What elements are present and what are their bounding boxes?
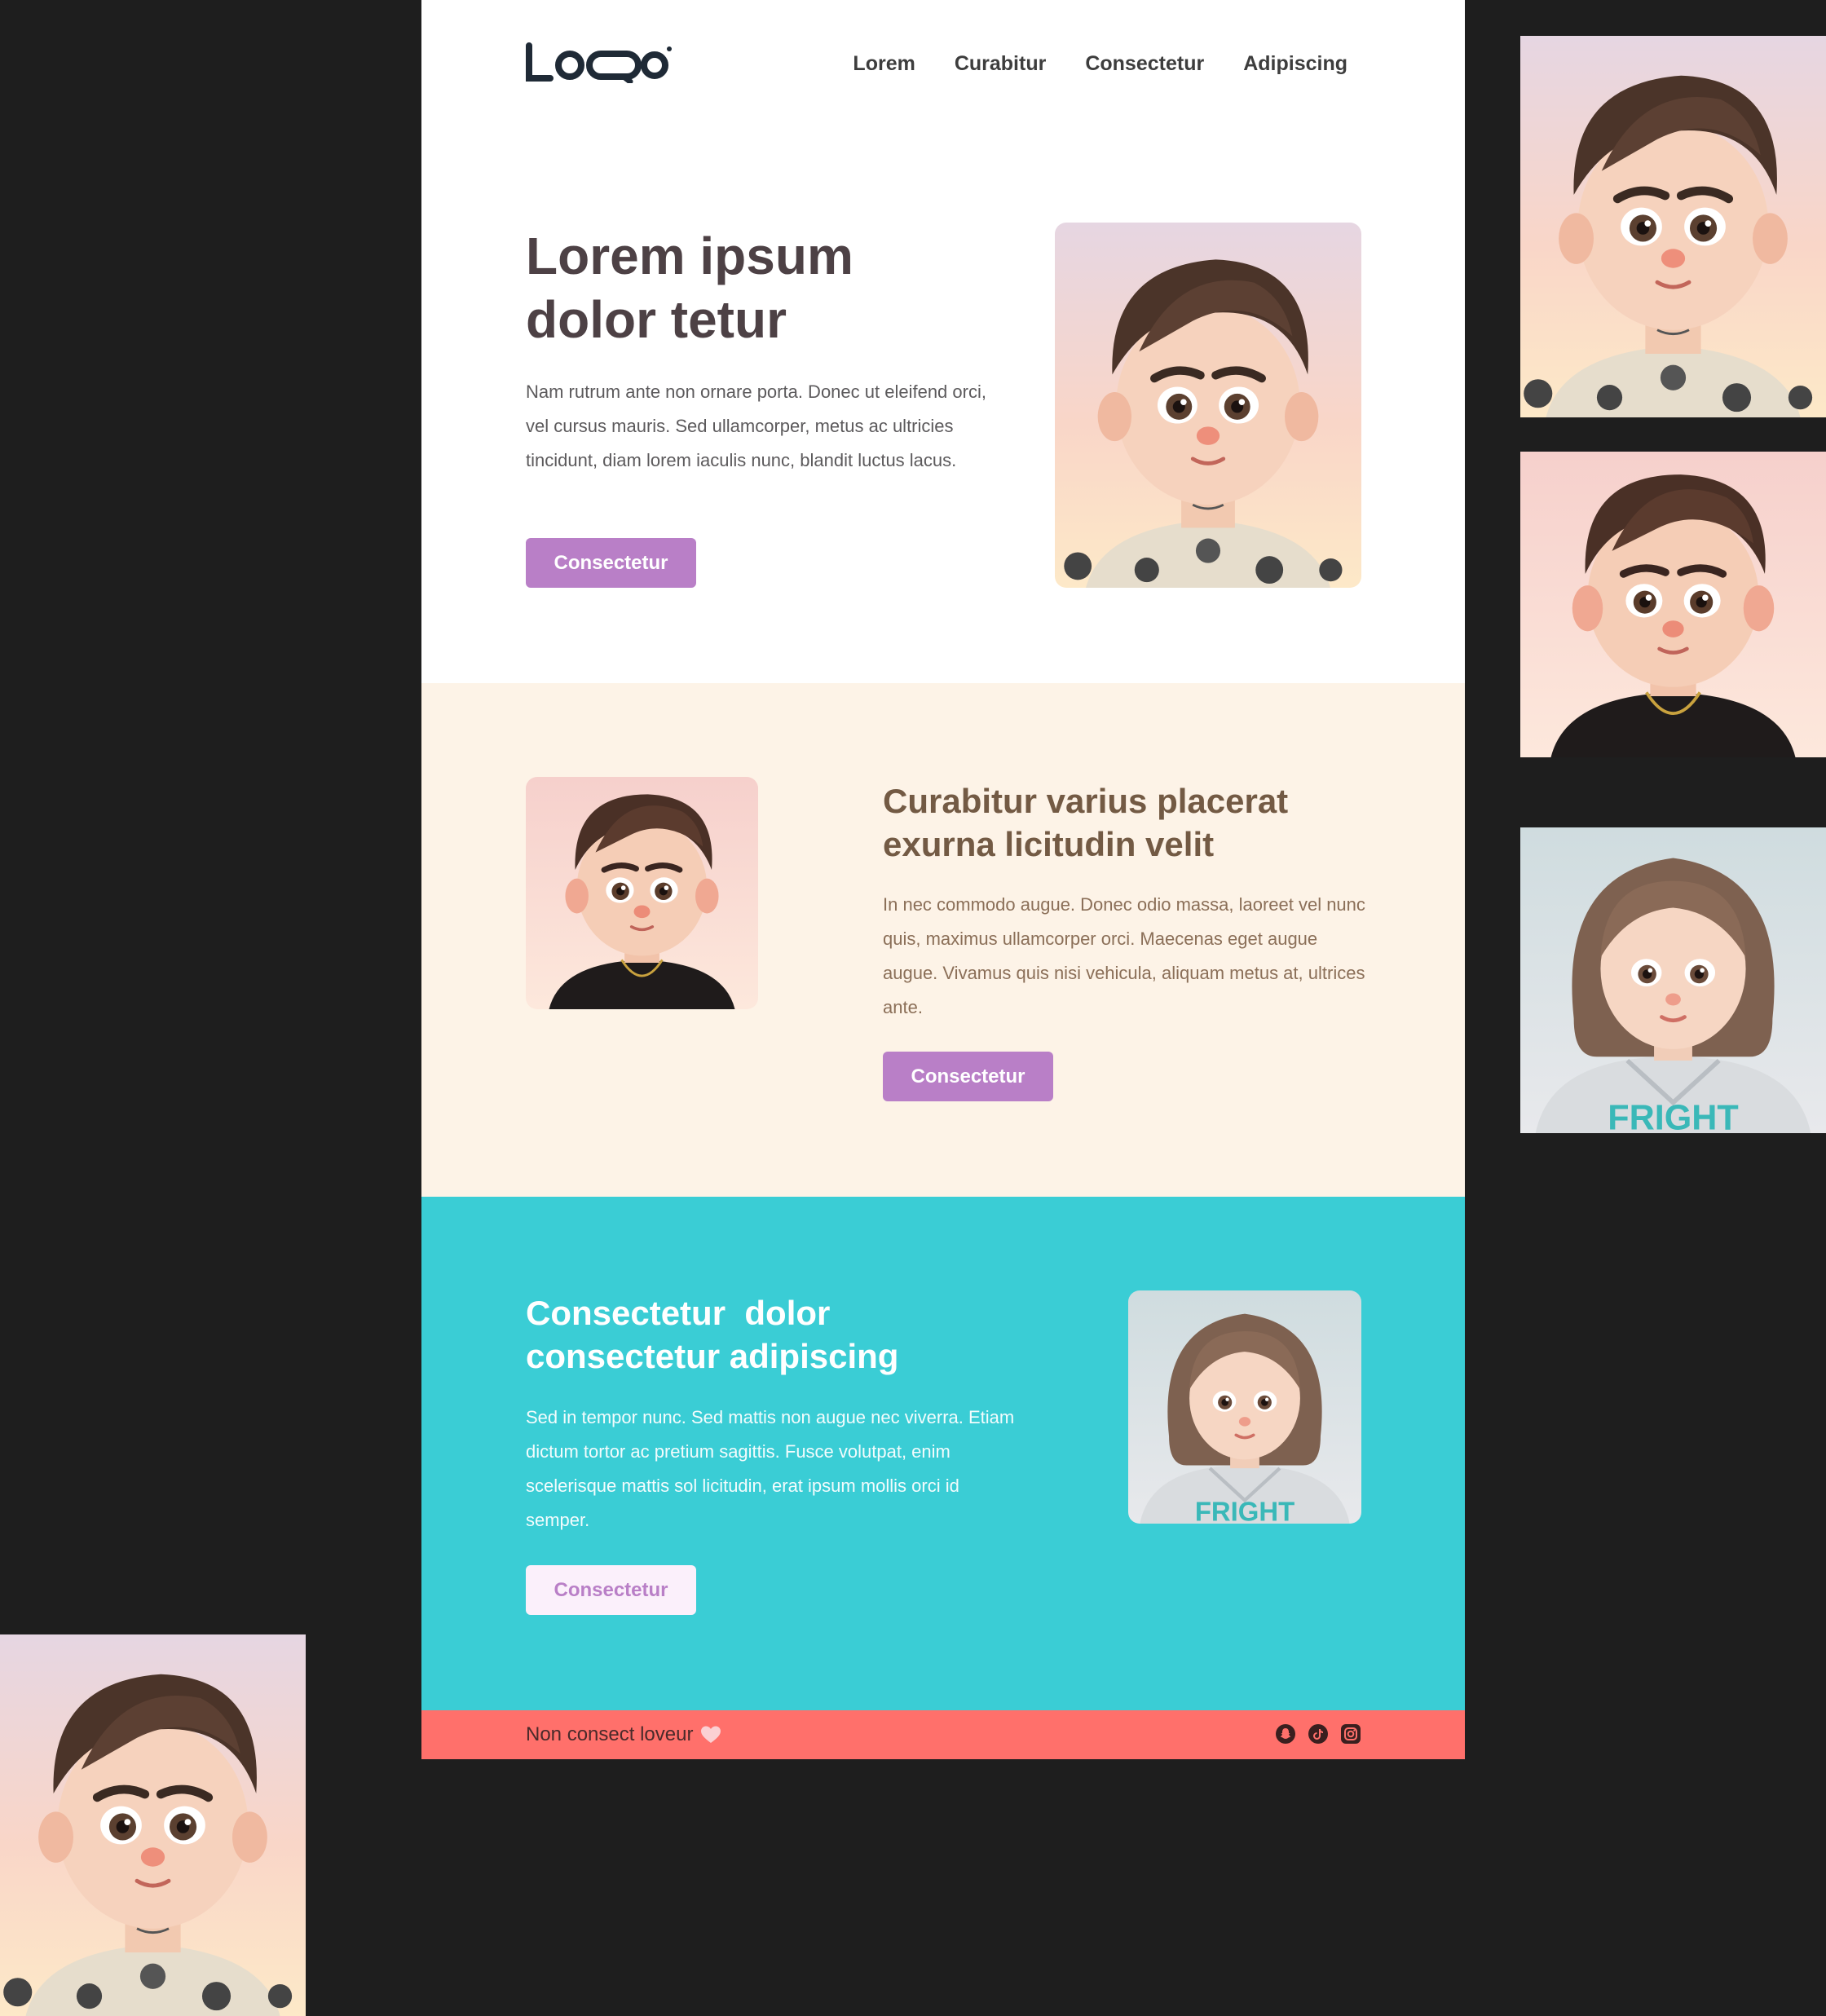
hero-cta-button[interactable]: Consectetur (526, 538, 696, 588)
feature-avatar-image (526, 777, 758, 1009)
landing-page: Lorem Curabitur Consectetur Adipiscing L… (421, 0, 1465, 1759)
thumbnail-girl-hoodie (1520, 827, 1826, 1133)
footer-note: Non consect loveur (526, 1722, 721, 1748)
logo-icon (526, 42, 672, 83)
feature-section: Curabitur varius placerat exurna licitud… (421, 683, 1465, 1197)
footer-note-text: Non consect loveur (526, 1723, 694, 1745)
cta-avatar-image (1128, 1290, 1361, 1524)
site-header: Lorem Curabitur Consectetur Adipiscing (421, 0, 1465, 130)
nav-item-curabitur[interactable]: Curabitur (955, 51, 1047, 77)
site-footer: Non consect loveur (421, 1710, 1465, 1759)
heart-icon (701, 1726, 721, 1743)
cta-body: Sed in tempor nunc. Sed mattis non augue… (526, 1407, 1015, 1530)
instagram-icon[interactable] (1341, 1724, 1361, 1744)
thumbnail-boy-tattoo-bottom (0, 1634, 306, 2016)
hero-section: Lorem ipsum dolor tetur Nam rutrum ante … (421, 130, 1465, 683)
thumbnail-boy-tattoo (1520, 36, 1826, 417)
snapchat-icon[interactable] (1276, 1724, 1295, 1744)
nav-item-adipiscing[interactable]: Adipiscing (1243, 51, 1347, 77)
feature-title: Curabitur varius placerat exurna licitud… (883, 782, 1289, 863)
nav-item-consectetur[interactable]: Consectetur (1085, 51, 1204, 77)
thumbnail-boy-chain (1520, 452, 1826, 757)
logo[interactable] (526, 41, 673, 83)
nav-item-lorem[interactable]: Lorem (853, 51, 915, 77)
feature-body: In nec commodo augue. Donec odio massa, … (883, 894, 1365, 1017)
hero-body: Nam rutrum ante non ornare porta. Donec … (526, 382, 986, 470)
cta-button[interactable]: Consectetur (526, 1565, 696, 1615)
hero-title: Lorem ipsum dolor tetur (526, 227, 853, 349)
social-links (1276, 1724, 1361, 1744)
hero-avatar-image (1055, 223, 1361, 588)
main-nav: Lorem Curabitur Consectetur Adipiscing (853, 51, 1347, 77)
feature-cta-button[interactable]: Consectetur (883, 1052, 1053, 1101)
cta-title: Consectetur dolor consectetur adipiscing (526, 1294, 899, 1375)
cta-section: Consectetur dolor consectetur adipiscing… (421, 1197, 1465, 1710)
tiktok-icon[interactable] (1308, 1724, 1328, 1744)
